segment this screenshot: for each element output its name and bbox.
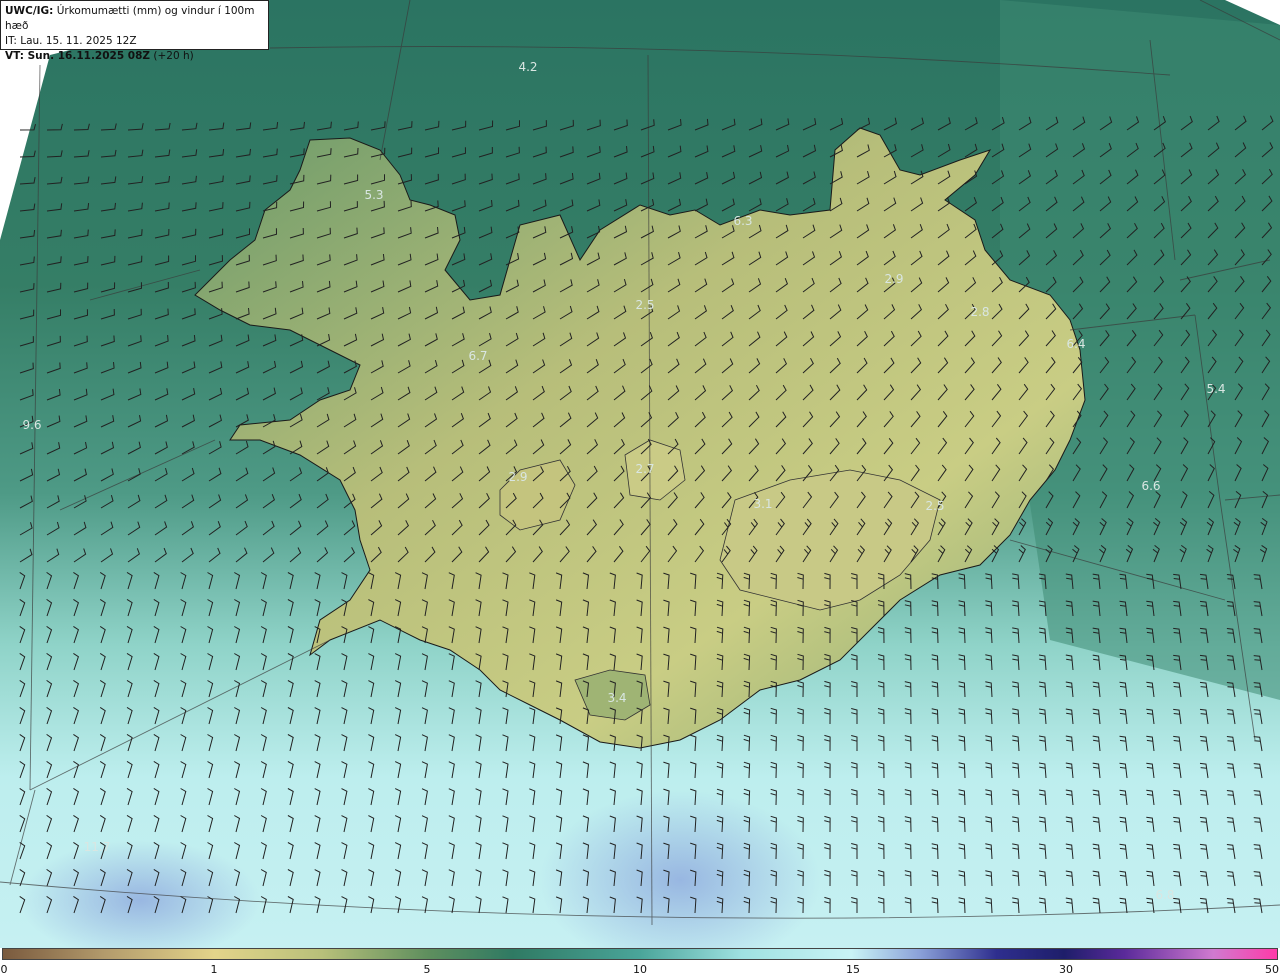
value-label: 4.2 bbox=[518, 60, 538, 74]
value-label: 11.7 bbox=[83, 840, 111, 854]
precipitation-colorbar bbox=[2, 948, 1278, 960]
value-label: 2.7 bbox=[635, 462, 655, 476]
value-label: 2.8 bbox=[970, 305, 990, 319]
value-label: 6.8 bbox=[1155, 888, 1175, 902]
value-label: 9.6 bbox=[22, 418, 42, 432]
value-label: 3.1 bbox=[753, 497, 773, 511]
value-label: 5.4 bbox=[1206, 382, 1226, 396]
colorbar-tick: 10 bbox=[633, 963, 647, 976]
colorbar-tick: 15 bbox=[846, 963, 860, 976]
value-label: 2.5 bbox=[635, 298, 655, 312]
issue-time: IT: Lau. 15. 11. 2025 12Z bbox=[5, 35, 137, 47]
colorbar-tick: 50 bbox=[1265, 963, 1279, 976]
value-label: 3.4 bbox=[607, 691, 627, 705]
weather-map: 4.2 5.3 6.3 2.9 2.8 2.5 6.7 6.4 5.4 9.6 … bbox=[0, 0, 1280, 948]
value-label: 5.3 bbox=[364, 188, 384, 202]
colorbar-tick: 30 bbox=[1059, 963, 1073, 976]
colorbar-tick: 0 bbox=[0, 963, 8, 976]
value-label: 6.4 bbox=[1066, 337, 1086, 351]
lead-time: (+20 h) bbox=[153, 50, 194, 62]
value-label: 2.9 bbox=[508, 470, 528, 484]
value-label: 2.9 bbox=[884, 272, 904, 286]
map-info-box: UWC/IG: Úrkomumætti (mm) og vindur í 100… bbox=[0, 0, 269, 62]
colorbar-tick: 1 bbox=[210, 963, 218, 976]
value-label: 2.5 bbox=[925, 499, 945, 513]
value-label: 6.7 bbox=[468, 349, 488, 363]
value-label: 6.3 bbox=[733, 214, 753, 228]
colorbar-tick: 5 bbox=[423, 963, 431, 976]
value-label: 6.6 bbox=[1141, 479, 1161, 493]
product-code: UWC/IG: bbox=[5, 5, 54, 17]
valid-time: VT: Sun. 16.11.2025 08Z bbox=[5, 50, 151, 62]
